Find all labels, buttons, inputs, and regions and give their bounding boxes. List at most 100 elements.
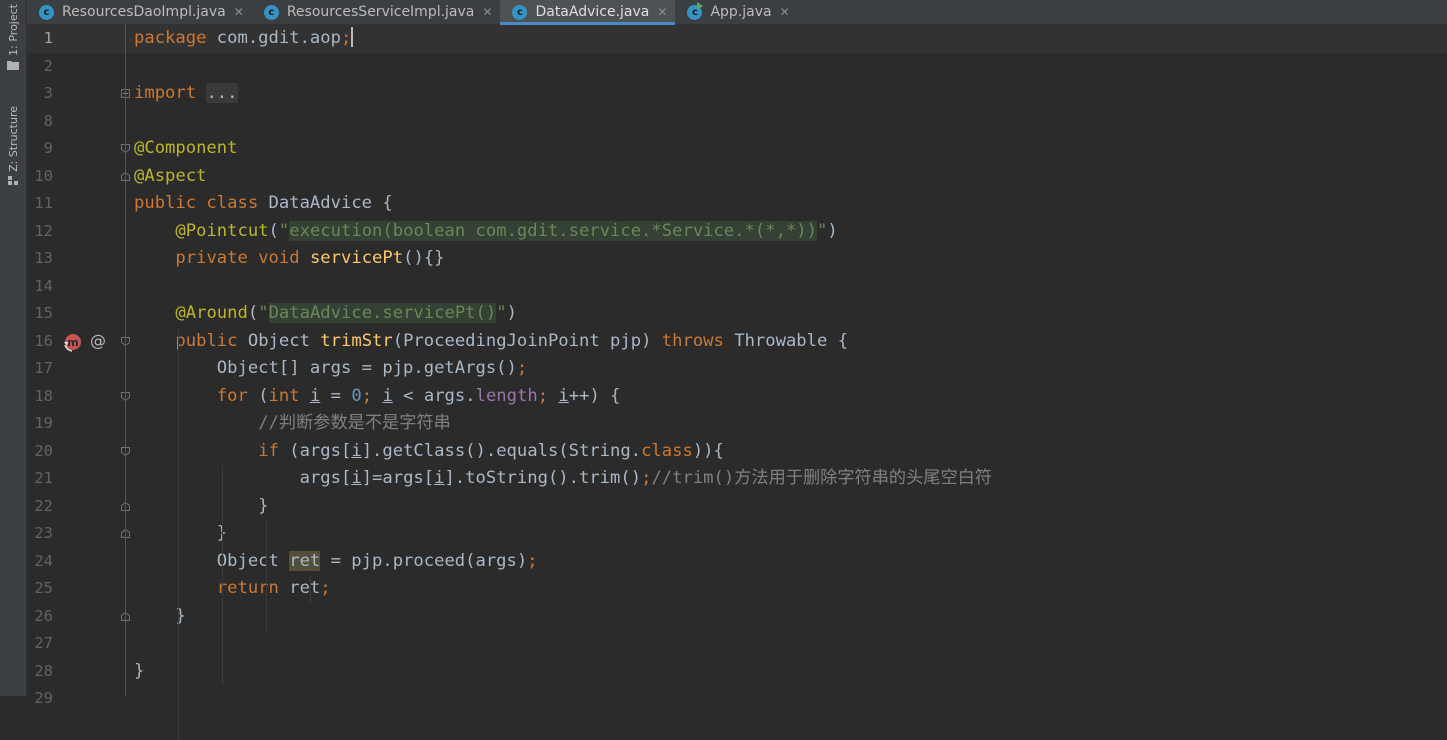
code-token: ) <box>507 303 517 323</box>
code-token: com.gdit.aop <box>206 28 341 48</box>
around-advice-icon[interactable]: m <box>63 332 83 356</box>
code-token: = pjp.proceed(args) <box>320 551 527 571</box>
line-number: 19 <box>27 410 53 438</box>
code-token: servicePt <box>310 248 403 268</box>
code-token: Object <box>238 331 321 351</box>
tab-resourcesdaoimpl-java[interactable]: cResourcesDaoImpl.java✕ <box>27 0 252 24</box>
code-token: ; <box>641 468 651 488</box>
code-line[interactable]: 21 args[i]=args[i].toString().trim();//t… <box>27 465 1447 493</box>
code-token: = <box>320 386 351 406</box>
code-line[interactable]: 19 //判断参数是不是字符串 <box>27 410 1447 438</box>
code-line[interactable]: 20 if (args[i].getClass().equals(String.… <box>27 438 1447 466</box>
code-token: i <box>382 386 392 406</box>
code-token: i <box>351 441 361 461</box>
code-line[interactable]: 10@Aspect <box>27 163 1447 191</box>
code-token: ; <box>527 551 537 571</box>
code-token: ; <box>538 386 548 406</box>
code-token: { <box>714 441 724 461</box>
line-number: 26 <box>27 603 53 631</box>
code-text: } <box>134 520 227 548</box>
code-text: @Aspect <box>134 163 206 191</box>
tab-resourcesserviceimpl-java[interactable]: c ResourcesServiceImpl.java ✕ <box>252 0 501 24</box>
code-token: } <box>134 496 269 516</box>
code-line[interactable]: 9@Component <box>27 135 1447 163</box>
tab-dataadvice-java[interactable]: cDataAdvice.java✕ <box>500 0 675 24</box>
code-token: )) <box>693 441 714 461</box>
code-line[interactable]: 16 public Object trimStr(ProceedingJoinP… <box>27 328 1447 356</box>
code-line[interactable]: 1package com.gdit.aop; <box>27 25 1447 53</box>
code-line[interactable]: 26 } <box>27 603 1447 631</box>
tab-label: ResourcesDaoImpl.java <box>62 4 226 20</box>
code-line[interactable]: 18 for (int i = 0; i < args.length; i++)… <box>27 383 1447 411</box>
indent-guide <box>222 465 223 685</box>
line-number: 3 <box>27 80 53 108</box>
code-line[interactable]: 24 Object ret = pjp.proceed(args); <box>27 548 1447 576</box>
code-line[interactable]: 28} <box>27 658 1447 686</box>
code-token: ; <box>320 578 330 598</box>
code-token <box>134 386 217 406</box>
indent-guide <box>266 520 267 630</box>
close-tab-icon[interactable]: ✕ <box>780 5 790 19</box>
code-line[interactable]: 22 } <box>27 493 1447 521</box>
code-line[interactable]: 15 @Around("DataAdvice.servicePt()") <box>27 300 1447 328</box>
folder-icon <box>7 60 19 70</box>
code-line[interactable]: 2 <box>27 53 1447 81</box>
code-token: i <box>351 468 361 488</box>
code-line[interactable]: 13 private void servicePt(){} <box>27 245 1447 273</box>
code-token: } <box>134 661 144 681</box>
indent-guide <box>178 328 179 740</box>
tab-label: DataAdvice.java <box>535 4 649 20</box>
line-number: 29 <box>27 685 53 713</box>
tab-app-java[interactable]: cApp.java✕ <box>675 0 797 24</box>
code-line[interactable]: 3import ... <box>27 80 1447 108</box>
line-number: 13 <box>27 245 53 273</box>
code-line[interactable]: 29 <box>27 685 1447 713</box>
code-line[interactable]: 14 <box>27 273 1447 301</box>
project-tool-label: 1: Project <box>7 4 20 56</box>
code-token: trimStr <box>320 331 392 351</box>
code-line[interactable]: 8 <box>27 108 1447 136</box>
project-tool-button[interactable]: 1: Project <box>2 4 24 70</box>
code-token: ].toString().trim() <box>444 468 641 488</box>
class-file-icon: c <box>264 5 279 20</box>
code-token: ( <box>248 386 269 406</box>
line-number: 2 <box>27 53 53 81</box>
code-text: for (int i = 0; i < args.length; i++) { <box>134 383 621 411</box>
code-line[interactable]: 12 @Pointcut("execution(boolean com.gdit… <box>27 218 1447 246</box>
code-line[interactable]: 17 Object[] args = pjp.getArgs(); <box>27 355 1447 383</box>
tab-label: ResourcesServiceImpl.java <box>287 4 475 20</box>
structure-tool-button[interactable]: Z: Structure <box>2 106 24 186</box>
line-number: 22 <box>27 493 53 521</box>
code-token: 0 <box>351 386 361 406</box>
structure-tool-label: Z: Structure <box>7 106 20 172</box>
code-line[interactable]: 23 } <box>27 520 1447 548</box>
code-token: i <box>310 386 320 406</box>
code-token: DataAdvice { <box>258 193 393 213</box>
code-line[interactable]: 11public class DataAdvice { <box>27 190 1447 218</box>
code-token <box>134 578 217 598</box>
code-token <box>372 386 382 406</box>
code-token: @Component <box>134 138 237 158</box>
code-token: ; <box>517 358 527 378</box>
code-text: } <box>134 493 269 521</box>
structure-icon <box>7 176 19 186</box>
code-token: " <box>258 303 268 323</box>
code-token: Object[] args = pjp.getArgs() <box>134 358 517 378</box>
code-token <box>196 83 206 103</box>
close-tab-icon[interactable]: ✕ <box>657 5 667 19</box>
code-token: ; <box>341 28 351 48</box>
code-line[interactable]: 25 return ret; <box>27 575 1447 603</box>
line-number: 11 <box>27 190 53 218</box>
code-token: " <box>496 303 506 323</box>
code-token: ; <box>362 386 372 406</box>
close-tab-icon[interactable]: ✕ <box>482 5 492 19</box>
code-token: package <box>134 28 206 48</box>
annotation-at-icon[interactable]: @ <box>90 331 106 350</box>
code-line[interactable]: 27 <box>27 630 1447 658</box>
close-tab-icon[interactable]: ✕ <box>234 5 244 19</box>
code-text: args[i]=args[i].toString().trim();//trim… <box>134 465 992 493</box>
tab-label: App.java <box>710 4 771 20</box>
code-editor[interactable]: 1package com.gdit.aop;23import ...89@Com… <box>27 25 1447 696</box>
line-number: 28 <box>27 658 53 686</box>
code-token: execution(boolean com.gdit.service.*Serv… <box>289 221 817 241</box>
